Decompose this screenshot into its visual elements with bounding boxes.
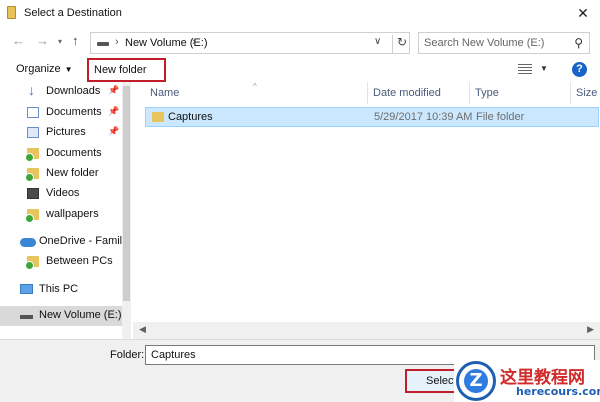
column-header-date-modified[interactable]: Date modified bbox=[368, 82, 470, 104]
sidebar-item-between-pcs[interactable]: Between PCs bbox=[0, 252, 122, 272]
sidebar-item-label: Videos bbox=[46, 187, 80, 199]
organize-label: Organize bbox=[16, 63, 61, 75]
breadcrumb-separator-icon[interactable]: › bbox=[115, 36, 119, 48]
folder-icon bbox=[25, 148, 39, 162]
sidebar-item-label: wallpapers bbox=[46, 208, 99, 220]
drive-icon bbox=[97, 42, 109, 46]
folder-icon bbox=[25, 256, 39, 270]
address-dropdown-icon[interactable]: ∨ bbox=[374, 36, 381, 47]
file-list: ^ Name Date modified Type Size Captures … bbox=[133, 82, 600, 339]
sidebar-item-this-pc[interactable]: This PC bbox=[0, 280, 122, 300]
logo-letter: Z bbox=[464, 369, 488, 393]
navigation-pane: Downloads 📌 Documents 📌 Pictures 📌 Docum… bbox=[0, 82, 132, 339]
pin-icon: 📌 bbox=[108, 85, 120, 95]
sidebar-item-new-volume[interactable]: New Volume (E:) bbox=[0, 306, 122, 326]
column-header-size[interactable]: Size bbox=[571, 82, 600, 104]
file-type: File folder bbox=[476, 111, 525, 123]
forward-arrow-icon[interactable]: → bbox=[36, 33, 49, 48]
sidebar-item-pictures[interactable]: Pictures 📌 bbox=[0, 123, 122, 143]
sidebar-item-downloads[interactable]: Downloads 📌 bbox=[0, 82, 122, 102]
watermark-url: herecours.com bbox=[516, 385, 600, 398]
sidebar-item-label: New Volume (E:) bbox=[39, 309, 122, 321]
folder-label: Folder: bbox=[110, 349, 145, 361]
sidebar-item-label: Downloads bbox=[46, 85, 101, 97]
scroll-left-icon[interactable]: ◀ bbox=[139, 324, 146, 335]
window-title: Select a Destination bbox=[24, 7, 122, 19]
horizontal-scrollbar[interactable]: ◀ ▶ bbox=[133, 322, 600, 339]
refresh-icon[interactable]: ↻ bbox=[392, 35, 407, 53]
folder-icon bbox=[152, 112, 164, 122]
folder-app-icon bbox=[7, 6, 16, 19]
up-arrow-icon[interactable]: ↑ bbox=[72, 33, 79, 48]
logo-badge-icon: Z bbox=[456, 361, 496, 401]
sidebar-item-label: OneDrive - Family bbox=[39, 235, 128, 247]
scroll-right-icon[interactable]: ▶ bbox=[587, 324, 594, 335]
download-icon bbox=[27, 82, 39, 98]
search-input[interactable] bbox=[424, 36, 564, 50]
pictures-icon bbox=[27, 127, 39, 138]
view-dropdown-icon[interactable]: ▼ bbox=[540, 64, 548, 73]
view-options-icon[interactable] bbox=[518, 64, 532, 75]
file-date-modified: 5/29/2017 10:39 AM bbox=[374, 111, 473, 123]
pin-icon: 📌 bbox=[108, 126, 120, 136]
column-header-name[interactable]: Name bbox=[145, 82, 368, 104]
search-box[interactable]: ⚲ bbox=[418, 32, 590, 54]
sidebar-item-documents[interactable]: Documents bbox=[0, 144, 122, 164]
sidebar-item-label: Pictures bbox=[46, 126, 86, 138]
computer-icon bbox=[20, 284, 33, 294]
address-bar[interactable]: › New Volume (E:) › ∨ ↻ bbox=[90, 32, 410, 54]
organize-menu[interactable]: Organize ▼ bbox=[16, 63, 73, 75]
sidebar-item-wallpapers[interactable]: wallpapers bbox=[0, 205, 122, 225]
sidebar-item-onedrive-family[interactable]: OneDrive - Family bbox=[0, 232, 128, 252]
help-icon[interactable]: ? bbox=[572, 62, 587, 77]
search-icon[interactable]: ⚲ bbox=[574, 36, 583, 50]
sidebar-item-label: New folder bbox=[46, 167, 99, 179]
new-folder-button[interactable]: New folder bbox=[87, 58, 166, 82]
sidebar-item-label: Documents bbox=[46, 147, 102, 159]
folder-icon bbox=[25, 209, 39, 223]
sidebar-item-new-folder[interactable]: New folder bbox=[0, 164, 122, 184]
file-name: Captures bbox=[168, 111, 213, 123]
address-row: ← → ▾ ↑ › New Volume (E:) › ∨ ↻ ⚲ bbox=[0, 26, 600, 58]
videos-icon bbox=[27, 188, 39, 199]
command-bar: Organize ▼ New folder ▼ ? bbox=[0, 58, 600, 82]
close-icon[interactable]: ✕ bbox=[566, 0, 600, 26]
back-arrow-icon[interactable]: ← bbox=[12, 33, 25, 48]
scrollbar-thumb[interactable] bbox=[123, 86, 130, 301]
drive-icon bbox=[20, 315, 33, 319]
onedrive-icon bbox=[20, 238, 36, 247]
watermark-logo: Z 这里教程网 herecours.com bbox=[454, 360, 600, 402]
recent-locations-chevron-icon[interactable]: ▾ bbox=[58, 37, 62, 46]
breadcrumb-chevron-icon[interactable]: › bbox=[192, 36, 196, 48]
navigation-scrollbar[interactable] bbox=[122, 82, 131, 339]
folder-icon bbox=[25, 168, 39, 182]
documents-icon bbox=[27, 107, 39, 118]
file-row[interactable]: Captures 5/29/2017 10:39 AM File folder bbox=[145, 107, 599, 127]
column-header-type[interactable]: Type bbox=[470, 82, 571, 104]
title-bar: Select a Destination ✕ bbox=[0, 0, 600, 26]
sidebar-item-label: Documents bbox=[46, 106, 102, 118]
sidebar-item-label: This PC bbox=[39, 283, 79, 295]
sidebar-item-documents-pinned[interactable]: Documents 📌 bbox=[0, 103, 122, 123]
sidebar-item-videos[interactable]: Videos bbox=[0, 184, 122, 204]
sidebar-item-label: Between PCs bbox=[46, 255, 113, 267]
pin-icon: 📌 bbox=[108, 106, 120, 116]
caret-down-icon: ▼ bbox=[64, 65, 73, 74]
